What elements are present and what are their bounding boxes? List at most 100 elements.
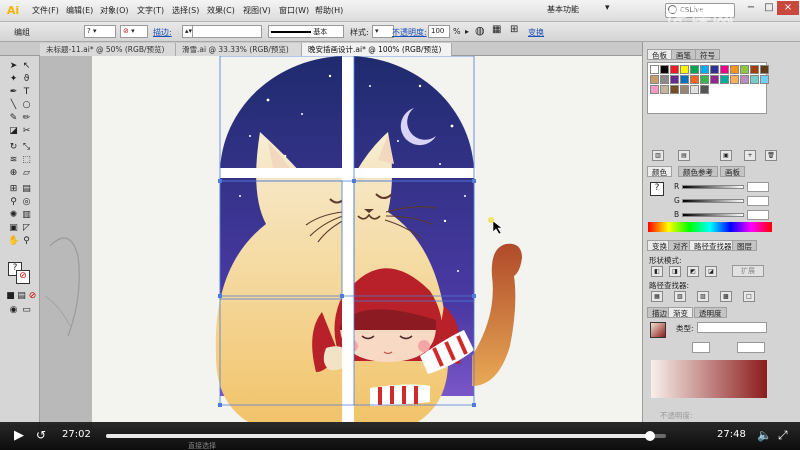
swatch-cell[interactable] — [700, 75, 709, 84]
merge-icon[interactable]: ▨ — [697, 291, 709, 302]
intersect-icon[interactable]: ◩ — [687, 266, 699, 277]
color-spectrum[interactable] — [648, 222, 772, 232]
menu-help[interactable]: 帮助(H) — [315, 5, 343, 16]
tab-swatches[interactable]: 色板 — [647, 49, 672, 60]
expand-button[interactable]: 扩展 — [732, 265, 764, 277]
gradient-aspect-input[interactable] — [737, 342, 765, 353]
tab-document-1[interactable]: 未标题-11.ai* @ 50% (RGB/预览) — [40, 43, 176, 56]
swatch-cell[interactable] — [710, 75, 719, 84]
workspace-switcher[interactable]: 基本功能 — [547, 4, 579, 15]
divide-icon[interactable]: ▦ — [651, 291, 663, 302]
swatch-library-icon[interactable]: ▥ — [652, 150, 664, 161]
swatch-cell[interactable] — [690, 75, 699, 84]
menu-edit[interactable]: 编辑(E) — [66, 5, 93, 16]
close-button[interactable]: × — [777, 1, 799, 15]
gradient-slider[interactable] — [651, 360, 767, 398]
tab-gradient[interactable]: 渐变 — [668, 307, 693, 318]
swatch-cell[interactable] — [720, 75, 729, 84]
brush-tool-icon[interactable]: ✎ — [8, 113, 19, 124]
shape-builder-tool-icon[interactable]: ⊕ — [8, 168, 19, 179]
direct-selection-tool-icon[interactable]: ↖ — [21, 61, 32, 72]
blue-slider[interactable] — [682, 213, 744, 217]
brush-definition[interactable]: 基本 — [268, 25, 344, 38]
opacity-input[interactable]: 100 — [428, 25, 450, 38]
swatch-cell[interactable] — [750, 65, 759, 74]
chevron-down-icon[interactable]: ▾ — [605, 3, 610, 13]
tab-document-3[interactable]: 晚安插画设计.ai* @ 100% (RGB/预览) — [302, 43, 452, 56]
green-slider[interactable] — [682, 199, 744, 203]
hand-tool-icon[interactable]: ✋ — [8, 236, 19, 247]
new-color-group-icon[interactable]: ▣ — [720, 150, 732, 161]
symbol-sprayer-tool-icon[interactable]: ✺ — [8, 210, 19, 221]
slice-tool-icon[interactable]: ◸ — [21, 223, 32, 234]
stroke-swatch-icon[interactable]: ⊘ — [16, 270, 30, 284]
replay-icon[interactable]: ↺ — [36, 428, 46, 442]
rotate-tool-icon[interactable]: ↻ — [8, 142, 19, 153]
swatch-cell[interactable] — [660, 85, 669, 94]
tab-color-guide[interactable]: 颜色参考 — [678, 166, 718, 177]
minus-front-icon[interactable]: ◨ — [669, 266, 681, 277]
menu-select[interactable]: 选择(S) — [172, 5, 199, 16]
red-value-input[interactable] — [747, 182, 769, 192]
magic-wand-tool-icon[interactable]: ✦ — [8, 74, 19, 85]
tab-color[interactable]: 颜色 — [647, 166, 672, 177]
blue-value-input[interactable] — [747, 210, 769, 220]
new-swatch-icon[interactable]: + — [744, 150, 756, 161]
align-icon[interactable]: ▦ — [492, 24, 501, 35]
artboard-tool-icon[interactable]: ▣ — [8, 223, 19, 234]
swatch-grid[interactable] — [647, 62, 769, 114]
menu-window[interactable]: 窗口(W) — [279, 5, 309, 16]
fullscreen-icon[interactable]: ⤢ — [778, 428, 788, 443]
stroke-color-selector[interactable]: ⊘ ▾ — [120, 25, 148, 38]
trim-icon[interactable]: ▧ — [674, 291, 686, 302]
scissors-tool-icon[interactable]: ✂ — [21, 126, 32, 137]
swatch-cell[interactable] — [760, 75, 769, 84]
swatch-kind-icon[interactable]: ▤ — [678, 150, 690, 161]
swatch-cell[interactable] — [680, 65, 689, 74]
tab-brushes[interactable]: 画笔 — [671, 49, 696, 60]
swatch-cell[interactable] — [690, 85, 699, 94]
gradient-tool-icon[interactable]: ▤ — [21, 184, 32, 195]
menu-view[interactable]: 视图(V) — [243, 5, 271, 16]
volume-icon[interactable]: 🔈 — [757, 428, 772, 442]
column-graph-tool-icon[interactable]: ▥ — [21, 210, 32, 221]
stroke-weight-link[interactable]: 描边: — [153, 27, 172, 38]
swatch-cell[interactable] — [680, 75, 689, 84]
swatch-cell[interactable] — [660, 75, 669, 84]
swatch-cell[interactable] — [730, 65, 739, 74]
ellipse-tool-icon[interactable]: ○ — [21, 100, 32, 111]
gradient-mode-icon[interactable]: ▤ — [16, 291, 27, 302]
line-tool-icon[interactable]: ╲ — [8, 100, 19, 111]
delete-swatch-icon[interactable]: 🗑 — [765, 150, 777, 161]
menu-object[interactable]: 对象(O) — [100, 5, 129, 16]
opacity-link[interactable]: 不透明度: — [392, 27, 427, 38]
swatch-cell[interactable] — [700, 65, 709, 74]
swatch-cell[interactable] — [720, 65, 729, 74]
crop-icon[interactable]: ▩ — [720, 291, 732, 302]
blend-tool-icon[interactable]: ◎ — [21, 197, 32, 208]
swatch-cell[interactable] — [670, 85, 679, 94]
exclude-icon[interactable]: ◪ — [705, 266, 717, 277]
swatch-cell[interactable] — [670, 65, 679, 74]
play-icon[interactable]: ▶ — [14, 428, 24, 443]
selection-tool-icon[interactable]: ➤ — [8, 61, 19, 72]
variable-width-profile[interactable] — [192, 25, 262, 38]
mesh-tool-icon[interactable]: ⊞ — [8, 184, 19, 195]
screen-mode-icon[interactable]: ▭ — [21, 305, 32, 316]
illustration[interactable] — [40, 56, 642, 422]
pencil-tool-icon[interactable]: ✏ — [21, 113, 32, 124]
eraser-tool-icon[interactable]: ◪ — [8, 126, 19, 137]
type-tool-icon[interactable]: T — [21, 87, 32, 98]
tab-transparency[interactable]: 透明度 — [694, 307, 727, 318]
eyedropper-tool-icon[interactable]: ⚲ — [8, 197, 19, 208]
outline-icon[interactable]: □ — [743, 291, 755, 302]
free-transform-tool-icon[interactable]: ⬚ — [21, 155, 32, 166]
menu-type[interactable]: 文字(T) — [137, 5, 164, 16]
pen-tool-icon[interactable]: ✒ — [8, 87, 19, 98]
recolor-icon[interactable]: ◍ — [475, 24, 485, 37]
swatch-cell[interactable] — [750, 75, 759, 84]
zoom-tool-icon[interactable]: ⚲ — [21, 236, 32, 247]
swatch-cell[interactable] — [680, 85, 689, 94]
none-mode-icon[interactable]: ⊘ — [27, 291, 38, 302]
green-value-input[interactable] — [747, 196, 769, 206]
